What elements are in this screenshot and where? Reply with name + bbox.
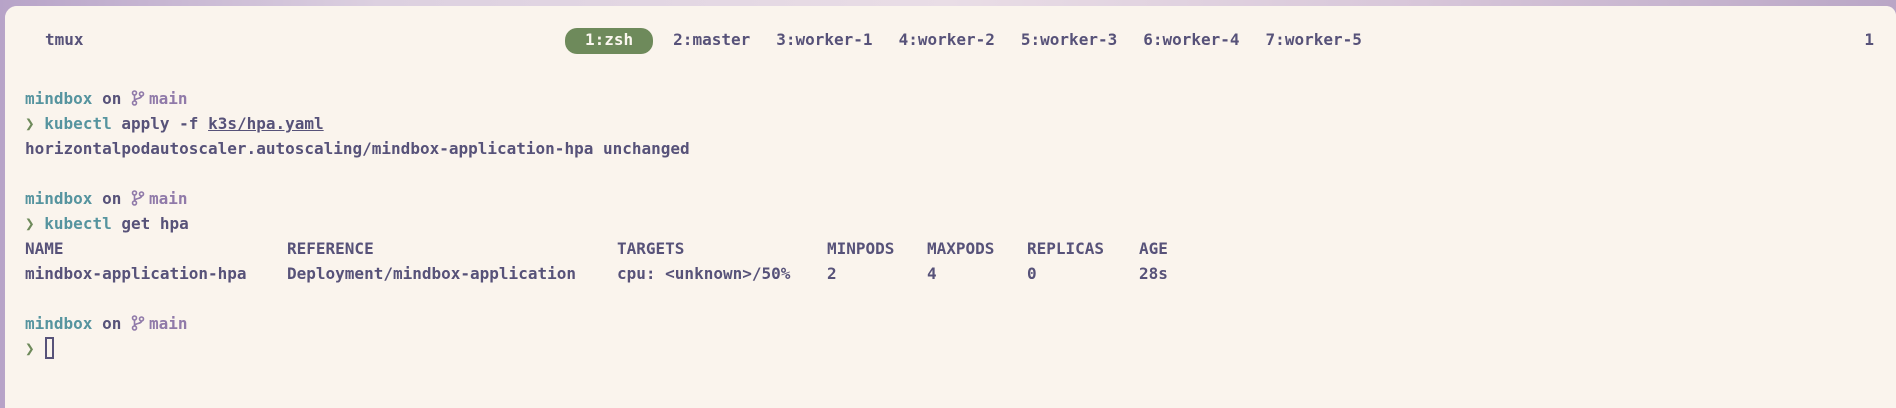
prompt-chevron: ❯ xyxy=(25,339,35,358)
tmux-session-name: tmux xyxy=(45,30,84,49)
column-header-reference: REFERENCE xyxy=(287,239,374,258)
active-command-line[interactable]: ❯ xyxy=(25,336,1876,361)
tmux-window-list: 1:zsh 2:master 3:worker-1 4:worker-2 5:w… xyxy=(565,28,1368,54)
column-header-maxpods: MAXPODS xyxy=(927,239,995,258)
tmux-status-bar: tmux 1:zsh 2:master 3:worker-1 4:worker-… xyxy=(5,6,1896,54)
tmux-window-5[interactable]: 5:worker-3 xyxy=(1015,28,1123,54)
terminal-window[interactable]: tmux 1:zsh 2:master 3:worker-1 4:worker-… xyxy=(5,6,1896,408)
hpa-table: NAME REFERENCE TARGETS MINPODS MAXPODS R… xyxy=(25,236,1199,286)
tmux-right-status: 1 xyxy=(1864,30,1874,49)
column-header-targets: TARGETS xyxy=(617,239,685,258)
cell-reference: Deployment/mindbox-application xyxy=(287,264,576,283)
prompt-context-line: mindbox on main xyxy=(25,86,1876,111)
tmux-window-7[interactable]: 7:worker-5 xyxy=(1260,28,1368,54)
tmux-window-6[interactable]: 6:worker-4 xyxy=(1137,28,1245,54)
cell-targets: cpu: <unknown>/50% xyxy=(617,264,791,283)
tmux-window-4[interactable]: 4:worker-2 xyxy=(893,28,1001,54)
prompt-chevron: ❯ xyxy=(25,214,35,233)
desktop-background: tmux 1:zsh 2:master 3:worker-1 4:worker-… xyxy=(0,0,1896,408)
git-branch-icon xyxy=(131,190,145,206)
column-header-age: AGE xyxy=(1139,239,1168,258)
column-header-name: NAME xyxy=(25,239,64,258)
tmux-window-1[interactable]: 1:zsh xyxy=(565,28,654,54)
cell-maxpods: 4 xyxy=(927,264,937,283)
command-name: kubectl xyxy=(44,114,112,133)
prompt-context-line: mindbox on main xyxy=(25,311,1876,336)
prompt-directory: mindbox xyxy=(25,314,93,333)
command-output: horizontalpodautoscaler.autoscaling/mind… xyxy=(25,139,690,158)
command-file-path[interactable]: k3s/hpa.yaml xyxy=(208,114,324,133)
cell-minpods: 2 xyxy=(827,264,837,283)
prompt-on-text: on xyxy=(102,314,122,333)
prompt-directory: mindbox xyxy=(25,189,93,208)
prompt-directory: mindbox xyxy=(25,89,93,108)
table-header-row: NAME REFERENCE TARGETS MINPODS MAXPODS R… xyxy=(25,236,1199,261)
prompt-on-text: on xyxy=(102,189,122,208)
prompt-on-text: on xyxy=(102,89,122,108)
column-header-minpods: MINPODS xyxy=(827,239,895,258)
prompt-chevron: ❯ xyxy=(25,114,35,133)
prompt-branch: main xyxy=(148,89,188,108)
cell-age: 28s xyxy=(1139,264,1168,283)
command-args: get hpa xyxy=(121,214,189,233)
tmux-window-3[interactable]: 3:worker-1 xyxy=(770,28,878,54)
prompt-context-line: mindbox on main xyxy=(25,186,1876,211)
command-name: kubectl xyxy=(44,214,112,233)
cell-name: mindbox-application-hpa xyxy=(25,264,247,283)
column-header-replicas: REPLICAS xyxy=(1027,239,1105,258)
prompt-branch: main xyxy=(148,314,188,333)
table-row: mindbox-application-hpa Deployment/mindb… xyxy=(25,261,1199,286)
tmux-window-2[interactable]: 2:master xyxy=(667,28,756,54)
cell-replicas: 0 xyxy=(1027,264,1037,283)
terminal-output[interactable]: mindbox on main ❯ kubectl apply -f k3s/h… xyxy=(25,86,1876,361)
prompt-branch: main xyxy=(148,189,188,208)
command-line: ❯ kubectl get hpa xyxy=(25,211,1876,236)
command-args: apply -f xyxy=(121,114,199,133)
command-line: ❯ kubectl apply -f k3s/hpa.yaml xyxy=(25,111,1876,136)
git-branch-icon xyxy=(131,90,145,106)
block-cursor xyxy=(44,337,54,359)
git-branch-icon xyxy=(131,315,145,331)
